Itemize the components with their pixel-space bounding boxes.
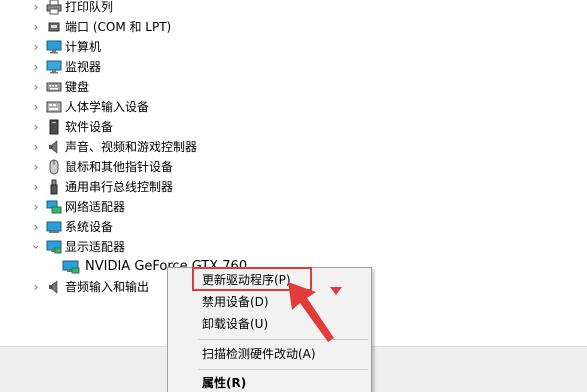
tree-item-label: 键盘 <box>65 80 90 94</box>
tree-item-monitors[interactable]: › 监视器 <box>0 57 587 77</box>
tree-item-label: 鼠标和其他指针设备 <box>65 160 174 174</box>
display-adapter-icon <box>46 239 62 255</box>
tree-item-hid[interactable]: › 人体学输入设备 <box>0 97 587 117</box>
software-device-icon <box>46 119 62 135</box>
chevron-right-icon[interactable]: › <box>30 177 42 197</box>
chevron-right-icon[interactable]: › <box>30 17 42 37</box>
tree-item-label: 音频输入和输出 <box>65 280 150 294</box>
tree-item-usb[interactable]: › 通用串行总线控制器 <box>0 177 587 197</box>
menu-item-properties[interactable]: 属性(R) <box>168 372 371 392</box>
tree-item-display-adapters[interactable]: › 显示适配器 <box>0 237 587 257</box>
tree-item-system-devices[interactable]: › 系统设备 <box>0 217 587 237</box>
monitor-icon <box>46 59 62 75</box>
chevron-right-icon[interactable]: › <box>30 57 42 77</box>
hid-icon <box>46 99 62 115</box>
annotation-arrow-icon <box>288 282 334 342</box>
port-icon <box>46 19 62 35</box>
tree-item-sound-video-game[interactable]: › 声音、视频和游戏控制器 <box>0 137 587 157</box>
display-adapter-icon <box>62 259 80 275</box>
chevron-right-icon[interactable]: › <box>30 157 42 177</box>
chevron-right-icon[interactable]: › <box>30 97 42 117</box>
chevron-right-icon[interactable]: › <box>30 197 42 217</box>
tree-item-software-devices[interactable]: › 软件设备 <box>0 117 587 137</box>
tree-item-print-queues[interactable]: › 打印队列 <box>0 0 587 17</box>
tree-item-network-adapters[interactable]: › 网络适配器 <box>0 197 587 217</box>
speaker-icon <box>46 139 62 155</box>
chevron-down-icon[interactable]: › <box>26 241 46 253</box>
tree-item-label: 网络适配器 <box>65 200 126 214</box>
tree-item-mice[interactable]: › 鼠标和其他指针设备 <box>0 157 587 177</box>
mouse-icon <box>46 159 62 175</box>
network-adapter-icon <box>46 199 62 215</box>
computer-icon <box>46 39 62 55</box>
tree-item-label: 系统设备 <box>65 220 114 234</box>
tree-item-label: 通用串行总线控制器 <box>65 180 174 194</box>
chevron-right-icon[interactable]: › <box>30 0 42 17</box>
tree-item-label: 端口 (COM 和 LPT) <box>65 20 172 34</box>
chevron-right-icon[interactable]: › <box>30 137 42 157</box>
tree-item-label: 声音、视频和游戏控制器 <box>65 140 198 154</box>
system-device-icon <box>46 219 62 235</box>
tree-item-label: 显示适配器 <box>65 240 126 254</box>
tree-item-label: 监视器 <box>65 60 102 74</box>
usb-icon <box>46 179 62 195</box>
menu-item-scan-hardware[interactable]: 扫描检测硬件改动(A) <box>168 343 371 365</box>
tree-item-label: 人体学输入设备 <box>65 100 150 114</box>
audio-io-icon <box>46 279 62 295</box>
annotation-marker-icon <box>330 287 342 295</box>
chevron-right-icon[interactable]: › <box>30 37 42 57</box>
menu-separator <box>198 369 368 370</box>
chevron-right-icon[interactable]: › <box>30 117 42 137</box>
tree-item-label: 计算机 <box>65 40 102 54</box>
chevron-right-icon[interactable]: › <box>30 77 42 97</box>
printer-icon <box>46 0 62 15</box>
tree-item-label: 打印队列 <box>65 0 114 14</box>
tree-item-computer[interactable]: › 计算机 <box>0 37 587 57</box>
keyboard-icon <box>46 79 62 95</box>
tree-item-keyboards[interactable]: › 键盘 <box>0 77 587 97</box>
chevron-right-icon[interactable]: › <box>30 217 42 237</box>
chevron-right-icon[interactable]: › <box>30 277 42 297</box>
tree-item-ports[interactable]: › 端口 (COM 和 LPT) <box>0 17 587 37</box>
tree-item-label: 软件设备 <box>65 120 114 134</box>
